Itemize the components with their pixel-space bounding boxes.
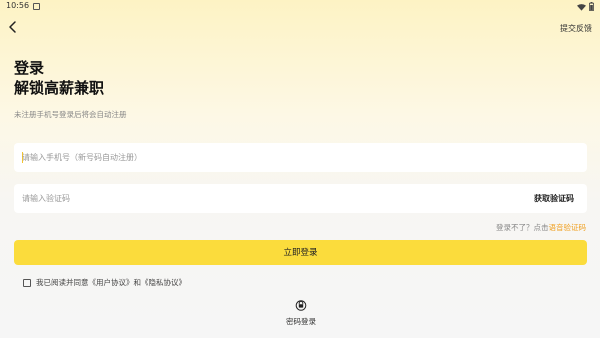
code-field-container: 获取验证码: [14, 184, 587, 213]
agreement-text[interactable]: 我已阅读并同意《用户协议》和《隐私协议》: [36, 277, 186, 288]
status-bar: 10:56: [0, 0, 600, 14]
phone-field-container: [14, 143, 587, 172]
login-button[interactable]: 立即登录: [14, 240, 587, 265]
wifi-icon: [577, 3, 586, 11]
voice-code-link[interactable]: 语音验证码: [549, 223, 587, 232]
voice-code-row: 登录不了？点击语音验证码: [496, 222, 586, 233]
battery-icon: [589, 2, 594, 11]
lock-icon: [295, 300, 307, 311]
get-code-button[interactable]: 获取验证码: [534, 193, 574, 204]
agreement-row: 我已阅读并同意《用户协议》和《隐私协议》: [23, 277, 186, 288]
feedback-link[interactable]: 提交反馈: [560, 23, 592, 34]
status-icons: [577, 2, 594, 11]
page-title: 登录: [14, 59, 45, 77]
page-subtitle-heading: 解锁高薪兼职: [14, 79, 105, 97]
register-hint: 未注册手机号登录后将会自动注册: [14, 110, 127, 119]
agreement-checkbox[interactable]: [23, 278, 31, 287]
back-icon[interactable]: [7, 20, 19, 34]
voice-code-prompt: 登录不了？点击: [496, 223, 549, 232]
password-login-button[interactable]: 密码登录: [280, 299, 322, 327]
notification-icon: [33, 3, 40, 10]
password-login-label: 密码登录: [286, 317, 316, 326]
verification-code-input[interactable]: [22, 184, 472, 213]
phone-input[interactable]: [22, 143, 472, 172]
status-time: 10:56: [6, 1, 30, 10]
